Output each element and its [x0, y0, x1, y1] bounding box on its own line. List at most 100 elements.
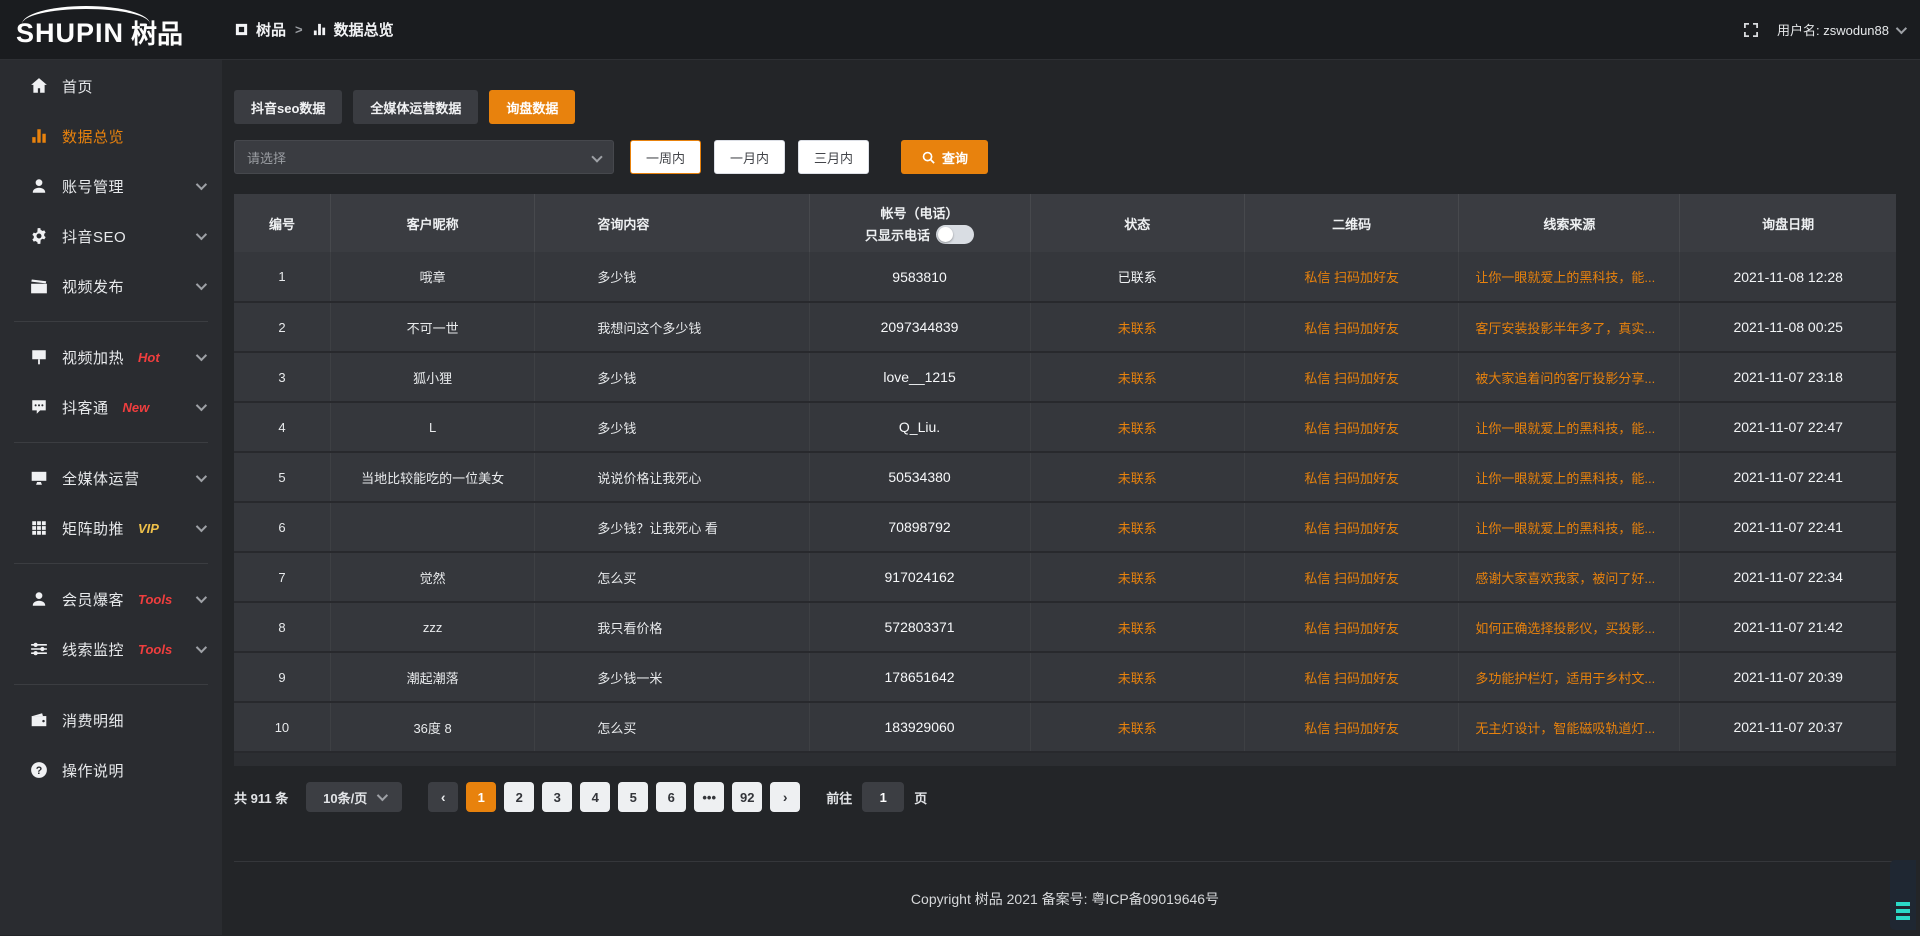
chevron-down-icon: [196, 279, 207, 290]
qrcode-link[interactable]: 私信 扫码加好友: [1244, 302, 1458, 352]
page-button[interactable]: 2: [504, 782, 534, 812]
row-number: 4: [234, 402, 330, 452]
query-button[interactable]: 查询: [901, 140, 988, 174]
sidebar-item[interactable]: 数据总览: [0, 111, 222, 161]
qrcode-link[interactable]: 私信 扫码加好友: [1244, 552, 1458, 602]
account-select[interactable]: 请选择: [234, 140, 614, 174]
pager-pages: ‹ 123456 ••• 92 ›: [428, 782, 800, 812]
page-button[interactable]: 92: [732, 782, 762, 812]
qrcode-link[interactable]: 私信 扫码加好友: [1244, 252, 1458, 302]
sidebar-item[interactable]: 会员爆客Tools: [0, 574, 222, 624]
column-header: 咨询内容: [535, 194, 809, 252]
account-phone: 572803371: [809, 602, 1030, 652]
page-button[interactable]: 3: [542, 782, 572, 812]
table-row: 1哦章多少钱9583810已联系私信 扫码加好友让你一眼就爱上的黑科技，能...…: [234, 252, 1896, 302]
page-button[interactable]: 4: [580, 782, 610, 812]
qrcode-link[interactable]: 私信 扫码加好友: [1244, 602, 1458, 652]
inquiry-date: 2021-11-07 23:18: [1680, 352, 1896, 402]
qrcode-link[interactable]: 私信 扫码加好友: [1244, 652, 1458, 702]
sidebar-item-label: 线索监控: [62, 639, 124, 660]
period-three-months-button[interactable]: 三月内: [798, 140, 869, 174]
inquiry-content: 多少钱: [535, 402, 809, 452]
breadcrumb-current: 数据总览: [334, 19, 394, 40]
goto-page-input[interactable]: 1: [862, 782, 904, 812]
account-phone: 2097344839: [809, 302, 1030, 352]
qrcode-link[interactable]: 私信 扫码加好友: [1244, 702, 1458, 752]
sidebar-item[interactable]: 全媒体运营: [0, 453, 222, 503]
bar-chart-icon: [312, 22, 327, 37]
service-widget[interactable]: [1890, 860, 1916, 930]
column-header: 状态: [1030, 194, 1244, 252]
page-size-select[interactable]: 10条/页: [306, 782, 402, 812]
fullscreen-icon[interactable]: [1743, 22, 1759, 38]
lead-source-link[interactable]: 让你一眼就爱上的黑科技，能...: [1459, 452, 1680, 502]
query-button-label: 查询: [942, 148, 968, 167]
next-page-button[interactable]: ›: [770, 782, 800, 812]
sidebar-item[interactable]: 线索监控Tools: [0, 624, 222, 674]
inquiry-content: 说说价格让我死心: [535, 452, 809, 502]
inquiry-content: 我只看价格: [535, 602, 809, 652]
sidebar-item[interactable]: 消费明细: [0, 695, 222, 745]
tab-douyin-seo-data[interactable]: 抖音seo数据: [234, 90, 342, 124]
user-menu[interactable]: 用户名: zswodun88: [1777, 20, 1904, 39]
sidebar-divider: [14, 442, 208, 443]
sidebar-item[interactable]: 抖音SEO: [0, 211, 222, 261]
sidebar-item[interactable]: 视频发布: [0, 261, 222, 311]
qrcode-link[interactable]: 私信 扫码加好友: [1244, 402, 1458, 452]
sidebar-item[interactable]: 矩阵助推 VIP: [0, 503, 222, 553]
lead-source-link[interactable]: 如何正确选择投影仪，买投影...: [1459, 602, 1680, 652]
row-number: 2: [234, 302, 330, 352]
lead-source-link[interactable]: 让你一眼就爱上的黑科技，能...: [1459, 402, 1680, 452]
inquiry-date: 2021-11-07 20:37: [1680, 702, 1896, 752]
lead-source-link[interactable]: 被大家追着问的客厅投影分享...: [1459, 352, 1680, 402]
tab-inquiry-data[interactable]: 询盘数据: [489, 90, 575, 124]
contact-status: 未联系: [1030, 652, 1244, 702]
inquiry-date: 2021-11-07 22:47: [1680, 402, 1896, 452]
customer-nickname: 不可一世: [330, 302, 534, 352]
chevron-down-icon: [1896, 22, 1907, 33]
filter-bar: 请选择 一周内 一月内 三月内 查询: [234, 140, 1896, 174]
sidebar-item[interactable]: 抖客通New: [0, 382, 222, 432]
sidebar-item-label: 矩阵助推: [62, 518, 124, 539]
breadcrumb-root[interactable]: 树品: [256, 19, 286, 40]
tab-omnimedia-data[interactable]: 全媒体运营数据: [353, 90, 478, 124]
period-one-week-button[interactable]: 一周内: [630, 140, 701, 174]
lead-source-link[interactable]: 让你一眼就爱上的黑科技，能...: [1459, 502, 1680, 552]
sidebar-item[interactable]: 视频加热Hot: [0, 332, 222, 382]
lead-source-link[interactable]: 无主灯设计，智能磁吸轨道灯...: [1459, 702, 1680, 752]
table-row: 2不可一世我想问这个多少钱2097344839未联系私信 扫码加好友客厅安装投影…: [234, 302, 1896, 352]
chevron-down-icon: [377, 790, 388, 801]
sidebar-item[interactable]: 账号管理: [0, 161, 222, 211]
period-one-month-button[interactable]: 一月内: [714, 140, 785, 174]
home-icon: [30, 77, 48, 95]
qrcode-link[interactable]: 私信 扫码加好友: [1244, 452, 1458, 502]
period-buttons: 一周内 一月内 三月内: [630, 140, 869, 174]
qrcode-link[interactable]: 私信 扫码加好友: [1244, 352, 1458, 402]
table-body: 1哦章多少钱9583810已联系私信 扫码加好友让你一眼就爱上的黑科技，能...…: [234, 252, 1896, 752]
svg-text:?: ?: [36, 765, 43, 777]
sidebar-badge: VIP: [138, 521, 159, 536]
row-number: 10: [234, 702, 330, 752]
account-phone: 70898792: [809, 502, 1030, 552]
page-button[interactable]: 5: [618, 782, 648, 812]
column-header: 帐号（电话）只显示电话: [809, 194, 1030, 252]
lead-source-link[interactable]: 多功能护栏灯，适用于乡村文...: [1459, 652, 1680, 702]
sidebar-item[interactable]: 首页: [0, 61, 222, 111]
pager-ellipsis[interactable]: •••: [694, 782, 724, 812]
qrcode-link[interactable]: 私信 扫码加好友: [1244, 502, 1458, 552]
inquiry-content: 多少钱一米: [535, 652, 809, 702]
chat-icon: [30, 398, 48, 416]
page-size-label: 10条/页: [323, 788, 367, 807]
monitor-icon: [30, 469, 48, 487]
phone-only-toggle[interactable]: [936, 225, 974, 244]
username-label: 用户名: zswodun88: [1777, 20, 1889, 39]
lead-source-link[interactable]: 客厅安装投影半年多了，真实...: [1459, 302, 1680, 352]
sidebar-item[interactable]: ?操作说明: [0, 745, 222, 795]
lead-source-link[interactable]: 让你一眼就爱上的黑科技，能...: [1459, 252, 1680, 302]
account-phone: 183929060: [809, 702, 1030, 752]
page-button[interactable]: 6: [656, 782, 686, 812]
inquiry-content: 怎么买: [535, 702, 809, 752]
lead-source-link[interactable]: 感谢大家喜欢我家，被问了好...: [1459, 552, 1680, 602]
page-button[interactable]: 1: [466, 782, 496, 812]
prev-page-button[interactable]: ‹: [428, 782, 458, 812]
